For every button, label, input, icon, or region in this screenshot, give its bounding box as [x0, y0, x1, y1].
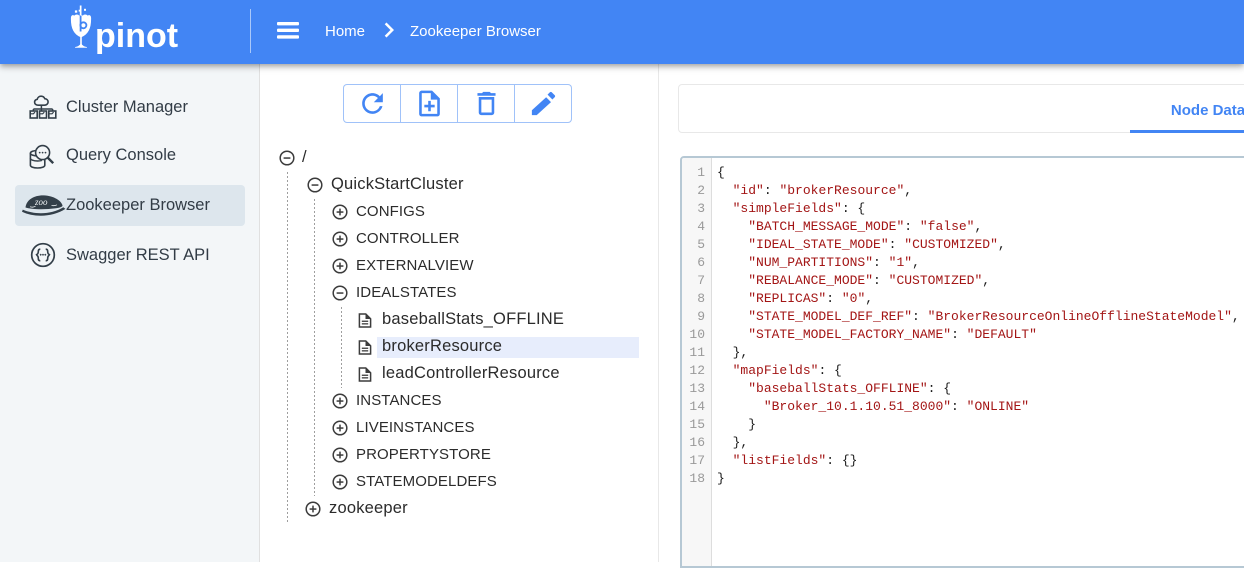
svg-text:zoo: zoo — [34, 197, 48, 207]
